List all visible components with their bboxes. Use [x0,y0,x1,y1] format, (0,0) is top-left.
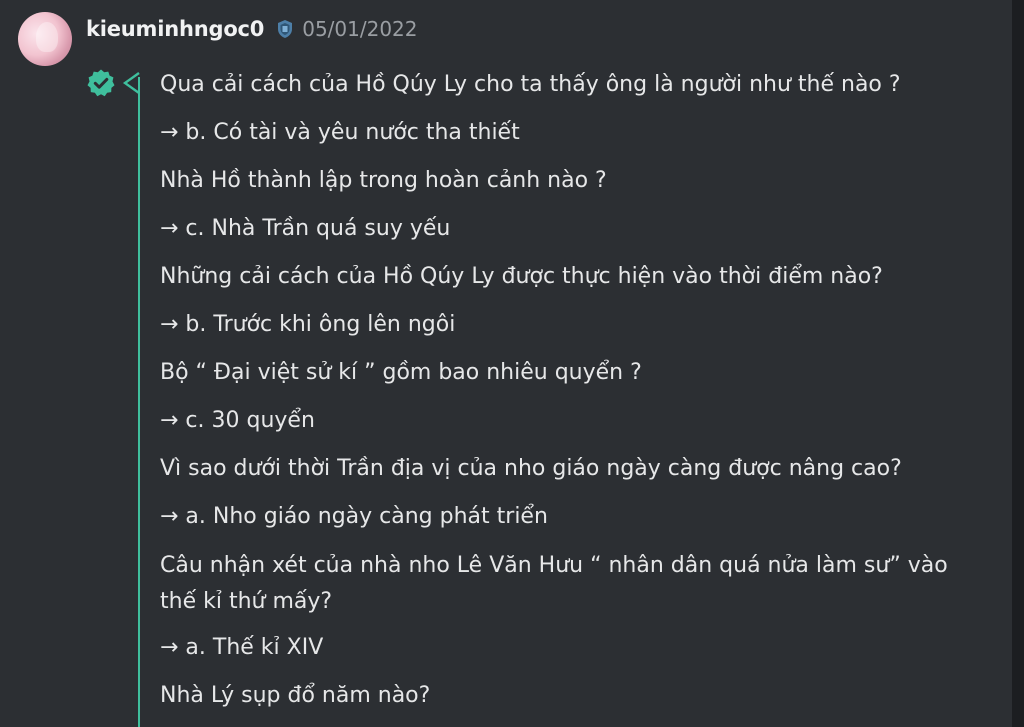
post-body: Qua cải cách của Hồ Qúy Ly cho ta thấy ô… [160,68,990,727]
shield-badge-icon [276,19,294,39]
question-line: Câu nhận xét của nhà nho Lê Văn Hưu “ nh… [160,553,948,614]
answer-line: → c. 30 quyển [160,408,315,433]
verified-check-icon [86,68,116,98]
post-header: kieuminhngoc0 05/01/2022 [18,12,418,68]
answer-line: → a. Thế kỉ XIV [160,635,324,660]
post-date: 05/01/2022 [302,17,418,41]
window-edge [1012,0,1024,727]
question-line: Qua cải cách của Hồ Qúy Ly cho ta thấy ô… [160,72,901,97]
avatar[interactable] [18,12,72,66]
answer-line: → c. Nhà Trần quá suy yếu [160,216,451,241]
question-line: Bộ “ Đại việt sử kí ” gồm bao nhiêu quyể… [160,360,642,385]
question-line: Vì sao dưới thời Trần địa vị của nho giá… [160,456,902,481]
username[interactable]: kieuminhngoc0 [86,17,264,41]
answer-line: → a. Nho giáo ngày càng phát triển [160,504,548,529]
answer-line: → b. Trước khi ông lên ngôi [160,312,456,337]
answer-line: → b. Có tài và yêu nước tha thiết [160,120,520,145]
post-meta: kieuminhngoc0 05/01/2022 [86,17,418,41]
thread-accent-line [138,77,140,727]
question-line: Nhà Lý sụp đổ năm nào? [160,683,431,708]
question-line: Nhà Hồ thành lập trong hoàn cảnh nào ? [160,168,607,193]
question-line: Những cải cách của Hồ Qúy Ly được thực h… [160,264,883,289]
